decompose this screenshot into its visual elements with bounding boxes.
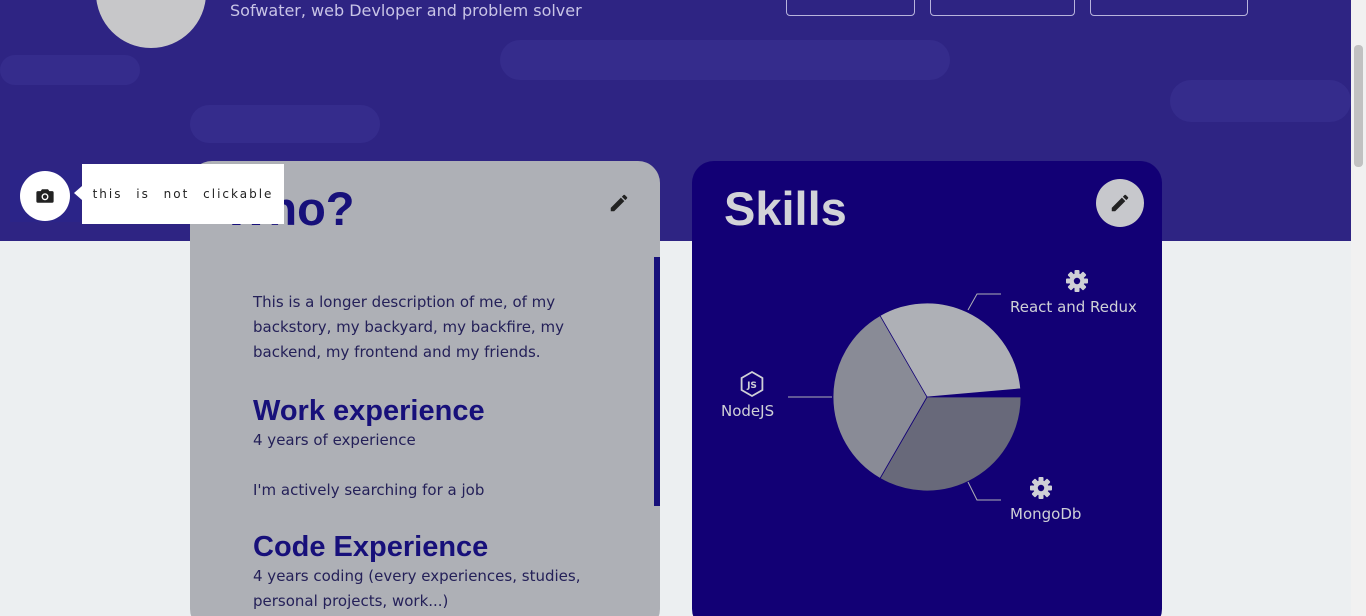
hero-decoration	[500, 40, 950, 80]
header-button-3[interactable]	[1090, 0, 1248, 16]
code-experience-title: Code Experience	[253, 531, 489, 563]
skill-label-mongodb: MongoDb	[1010, 505, 1082, 523]
skill-label-nodejs: NodeJS	[721, 402, 775, 420]
gear-icon	[1066, 270, 1088, 292]
skill-label-react: React and Redux	[1010, 298, 1137, 316]
tooltip-arrow	[74, 186, 82, 200]
edit-who-button[interactable]	[595, 179, 643, 227]
pencil-icon	[610, 194, 628, 212]
gear-icon	[1030, 477, 1052, 499]
hero-decoration	[1170, 80, 1351, 122]
header-button-2[interactable]	[930, 0, 1075, 16]
skills-pie-chart: JS	[740, 270, 1088, 501]
code-years: 4 years coding (every experiences, studi…	[253, 567, 581, 610]
work-years: 4 years of experience	[253, 431, 416, 449]
work-experience-title: Work experience	[253, 395, 485, 427]
scrollbar[interactable]	[1351, 0, 1366, 616]
who-description: This is a longer description of me, of m…	[253, 293, 564, 361]
photo-button	[20, 171, 70, 221]
scrollbar-thumb[interactable]	[1354, 45, 1363, 167]
who-body: This is a longer description of me, of m…	[253, 290, 593, 614]
header-button-1[interactable]	[786, 0, 915, 16]
nodejs-icon: JS	[740, 370, 764, 398]
photo-tooltip: this is not clickable	[82, 164, 284, 224]
camera-icon	[36, 189, 54, 203]
work-status: I'm actively searching for a job	[253, 481, 485, 499]
svg-text:JS: JS	[746, 381, 757, 391]
hero-decoration	[0, 55, 140, 85]
who-card: Who? This is a longer description of me,…	[190, 161, 660, 616]
who-accent-bar	[654, 257, 660, 506]
header-subtitle: Sofwater, web Devloper and problem solve…	[230, 1, 582, 20]
avatar	[96, 0, 206, 48]
skills-card: Skills JS React and Redux MongoDb NodeJS	[692, 161, 1162, 616]
leader-react	[967, 293, 1001, 311]
hero-decoration	[190, 105, 380, 143]
leader-mongodb	[967, 481, 1001, 501]
